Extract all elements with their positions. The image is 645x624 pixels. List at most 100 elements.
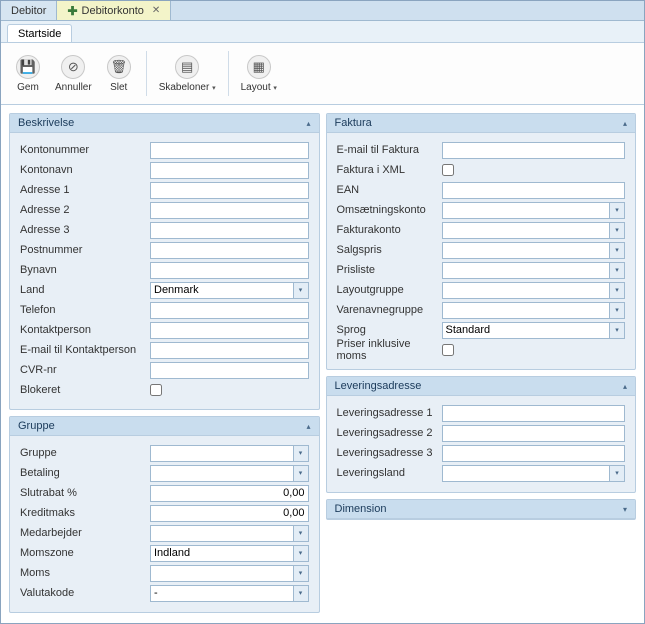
label-faktura-xml: Faktura i XML — [337, 164, 442, 176]
tab-startside[interactable]: Startside — [7, 24, 72, 42]
chevron-down-icon: ▾ — [293, 446, 308, 461]
select-land[interactable]: Denmark▾ — [150, 282, 309, 299]
ribbon: 💾 Gem ⊘ Annuller 🗑 Slet ▤ Skabeloner ▾ ▦… — [1, 43, 644, 105]
label-kontonummer: Kontonummer — [20, 144, 150, 156]
label-prisliste: Prisliste — [337, 264, 442, 276]
label-layoutgruppe: Layoutgruppe — [337, 284, 442, 296]
input-email-kontakt[interactable] — [150, 342, 309, 359]
chevron-down-icon: ▾ — [609, 223, 624, 238]
panel-header-dimension[interactable]: Dimension ▾ — [327, 500, 636, 519]
left-column: Beskrivelse ▴ Kontonummer Kontonavn Adre… — [9, 113, 320, 615]
input-postnummer[interactable] — [150, 242, 309, 259]
chevron-down-icon: ▾ — [293, 466, 308, 481]
input-adresse1[interactable] — [150, 182, 309, 199]
input-telefon[interactable] — [150, 302, 309, 319]
panel-header-beskrivelse[interactable]: Beskrivelse ▴ — [10, 114, 319, 133]
select-momszone[interactable]: Indland▾ — [150, 545, 309, 562]
panel-header-gruppe[interactable]: Gruppe ▴ — [10, 417, 319, 436]
label-blokeret: Blokeret — [20, 384, 150, 396]
label-varenavnegruppe: Varenavnegruppe — [337, 304, 442, 316]
select-omsaetning[interactable]: ▾ — [442, 202, 626, 219]
delete-button[interactable]: 🗑 Slet — [98, 47, 140, 100]
chevron-down-icon: ▾ — [293, 546, 308, 561]
panel-body: Gruppe ▾ Betaling ▾ Slutrabat % Kreditma… — [10, 436, 319, 612]
input-lev1[interactable] — [442, 405, 626, 422]
panel-body: Leveringsadresse 1 Leveringsadresse 2 Le… — [327, 396, 636, 492]
layout-button[interactable]: ▦ Layout ▾ — [235, 47, 283, 100]
tab-debitor-label: Debitor — [11, 5, 46, 17]
select-sprog[interactable]: Standard▾ — [442, 322, 626, 339]
label-telefon: Telefon — [20, 304, 150, 316]
input-cvr[interactable] — [150, 362, 309, 379]
label-email-kontakt: E-mail til Kontaktperson — [20, 344, 150, 356]
input-adresse2[interactable] — [150, 202, 309, 219]
select-salgspris[interactable]: ▾ — [442, 242, 626, 259]
tab-debitor[interactable]: Debitor — [1, 1, 57, 20]
select-betaling[interactable]: ▾ — [150, 465, 309, 482]
panel-header-levering[interactable]: Leveringsadresse ▴ — [327, 377, 636, 396]
checkbox-faktura-xml[interactable] — [442, 164, 454, 176]
chevron-down-icon: ▾ — [273, 85, 277, 92]
input-lev3[interactable] — [442, 445, 626, 462]
input-kontonavn[interactable] — [150, 162, 309, 179]
label-fakturakonto: Fakturakonto — [337, 224, 442, 236]
label-lev1: Leveringsadresse 1 — [337, 407, 442, 419]
chevron-down-icon: ▾ — [609, 203, 624, 218]
label-momszone: Momszone — [20, 547, 150, 559]
content: Beskrivelse ▴ Kontonummer Kontonavn Adre… — [1, 105, 644, 623]
label-land: Land — [20, 284, 150, 296]
label-adresse2: Adresse 2 — [20, 204, 150, 216]
label-kreditmaks: Kreditmaks — [20, 507, 150, 519]
select-moms[interactable]: ▾ — [150, 565, 309, 582]
label-email-faktura: E-mail til Faktura — [337, 144, 442, 156]
select-prisliste[interactable]: ▾ — [442, 262, 626, 279]
chevron-down-icon: ▾ — [609, 303, 624, 318]
collapse-icon: ▴ — [306, 422, 310, 431]
label-postnummer: Postnummer — [20, 244, 150, 256]
select-valutakode[interactable]: -▾ — [150, 585, 309, 602]
label-sprog: Sprog — [337, 324, 442, 336]
save-icon: 💾 — [16, 55, 40, 79]
checkbox-blokeret[interactable] — [150, 384, 162, 396]
select-varenavnegruppe[interactable]: ▾ — [442, 302, 626, 319]
label-bynavn: Bynavn — [20, 264, 150, 276]
chevron-down-icon: ▾ — [293, 526, 308, 541]
label-valutakode: Valutakode — [20, 587, 150, 599]
templates-icon: ▤ — [175, 55, 199, 79]
chevron-down-icon: ▾ — [293, 566, 308, 581]
input-lev2[interactable] — [442, 425, 626, 442]
save-button[interactable]: 💾 Gem — [7, 47, 49, 100]
select-gruppe[interactable]: ▾ — [150, 445, 309, 462]
close-icon[interactable]: ✕ — [152, 5, 160, 16]
input-slutrabat[interactable] — [150, 485, 309, 502]
label-kontonavn: Kontonavn — [20, 164, 150, 176]
panel-header-faktura[interactable]: Faktura ▴ — [327, 114, 636, 133]
input-email-faktura[interactable] — [442, 142, 626, 159]
chevron-down-icon: ▾ — [212, 85, 216, 92]
label-priser-moms: Priser inklusive moms — [337, 338, 442, 362]
checkbox-priser-moms[interactable] — [442, 344, 454, 356]
label-ean: EAN — [337, 184, 442, 196]
select-layoutgruppe[interactable]: ▾ — [442, 282, 626, 299]
select-fakturakonto[interactable]: ▾ — [442, 222, 626, 239]
input-ean[interactable] — [442, 182, 626, 199]
chevron-down-icon: ▾ — [609, 263, 624, 278]
input-adresse3[interactable] — [150, 222, 309, 239]
cancel-button[interactable]: ⊘ Annuller — [49, 47, 98, 100]
tab-debitorkonto[interactable]: ✚ Debitorkonto ✕ — [57, 1, 171, 20]
input-bynavn[interactable] — [150, 262, 309, 279]
label-moms: Moms — [20, 567, 150, 579]
select-levland[interactable]: ▾ — [442, 465, 626, 482]
label-omsaetning: Omsætningskonto — [337, 204, 442, 216]
select-medarbejder[interactable]: ▾ — [150, 525, 309, 542]
label-gruppe: Gruppe — [20, 447, 150, 459]
input-kontaktperson[interactable] — [150, 322, 309, 339]
input-kreditmaks[interactable] — [150, 505, 309, 522]
chevron-down-icon: ▾ — [609, 466, 624, 481]
collapse-icon: ▴ — [623, 382, 627, 391]
input-kontonummer[interactable] — [150, 142, 309, 159]
top-tabs: Debitor ✚ Debitorkonto ✕ — [1, 1, 644, 21]
chevron-down-icon: ▾ — [609, 323, 624, 338]
templates-button[interactable]: ▤ Skabeloner ▾ — [153, 47, 222, 100]
chevron-down-icon: ▾ — [609, 283, 624, 298]
